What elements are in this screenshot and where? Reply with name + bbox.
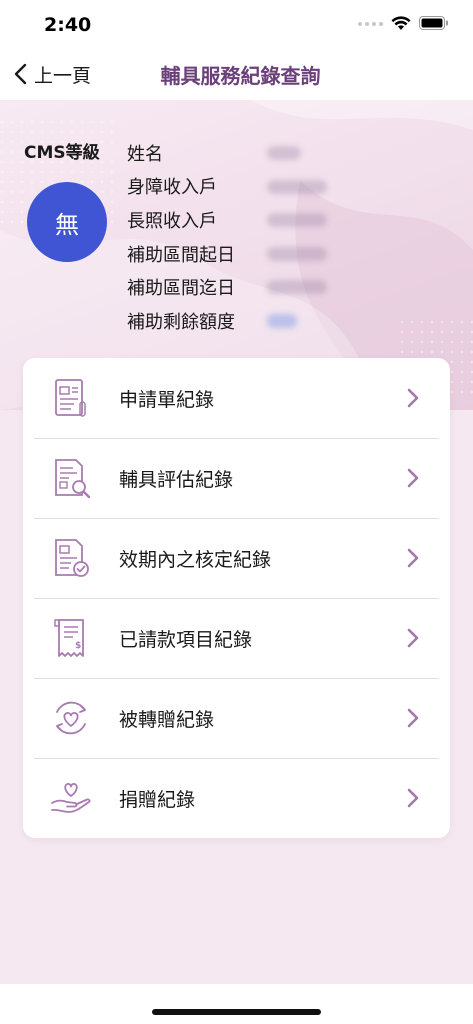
menu-item-evaluation-records[interactable]: 輔具評估紀錄 — [23, 438, 450, 518]
redacted-value — [267, 213, 327, 228]
svg-text:$: $ — [75, 641, 81, 651]
menu-label: 已請款項目紀錄 — [119, 628, 253, 651]
chevron-right-icon — [407, 628, 419, 648]
field-label: 補助區間迄日 — [127, 278, 235, 300]
application-form-icon — [55, 379, 86, 417]
field-label: 補助剩餘額度 — [127, 311, 235, 333]
battery-icon — [419, 16, 448, 30]
wifi-icon — [391, 16, 411, 30]
menu-label: 效期內之核定紀錄 — [119, 548, 272, 571]
menu-label: 被轉贈紀錄 — [119, 708, 215, 731]
field-ltc-income: 長照收入戶 — [127, 203, 327, 237]
redacted-value — [267, 146, 301, 160]
field-disability-income: 身障收入戶 — [127, 170, 327, 204]
profile-fields: 姓名 身障收入戶 長照收入戶 補助區間起日 補助區間迄日 補助剩餘額度 — [127, 136, 327, 338]
menu-label: 申請單紀錄 — [119, 388, 215, 411]
field-label: 身障收入戶 — [127, 177, 217, 199]
screen: 2:40 上一頁 輔具服務紀錄查詢 CMS等級 無 姓名 身障收入戶 長照收入戶… — [0, 0, 473, 1024]
field-subsidy-start: 補助區間起日 — [127, 237, 327, 271]
donation-hand-icon — [51, 783, 91, 813]
evaluation-search-icon — [55, 459, 91, 499]
chevron-right-icon — [407, 788, 419, 808]
field-label: 長照收入戶 — [127, 210, 217, 232]
heart-transfer-icon — [56, 701, 86, 735]
redacted-value — [267, 280, 327, 295]
field-subsidy-remaining: 補助剩餘額度 — [127, 304, 297, 338]
signal-icon — [358, 21, 383, 26]
field-name: 姓名 — [127, 136, 301, 170]
menu-item-approved-records[interactable]: 效期內之核定紀錄 — [23, 518, 450, 598]
cms-level-badge: 無 — [27, 182, 107, 262]
redacted-value — [267, 313, 297, 328]
chevron-right-icon — [407, 708, 419, 728]
approved-record-icon — [55, 539, 89, 577]
page-title: 輔具服務紀錄查詢 — [160, 64, 321, 88]
redacted-value — [267, 179, 327, 194]
cms-level-label: CMS等級 — [24, 143, 100, 163]
field-label: 姓名 — [127, 143, 163, 165]
field-subsidy-end: 補助區間迄日 — [127, 270, 327, 304]
status-icons — [358, 16, 449, 31]
cms-level-value: 無 — [55, 210, 79, 239]
chevron-right-icon — [407, 548, 419, 568]
home-indicator[interactable] — [152, 1009, 321, 1015]
menu-item-claimed-records[interactable]: $ 已請款項目紀錄 — [23, 598, 450, 678]
menu-item-application-records[interactable]: 申請單紀錄 — [23, 358, 450, 438]
chevron-right-icon — [407, 388, 419, 408]
status-time: 2:40 — [44, 14, 92, 36]
redacted-value — [267, 246, 327, 261]
menu-label: 輔具評估紀錄 — [119, 468, 234, 491]
records-menu: 申請單紀錄 輔具評估紀錄 效期內之核定紀錄 $ 已請款項目紀錄 被轉贈紀錄 捐贈… — [23, 358, 450, 838]
bottom-safe-area — [0, 984, 473, 1024]
receipt-icon: $ — [54, 619, 84, 657]
chevron-right-icon — [407, 468, 419, 488]
navigation-bar: 上一頁 輔具服務紀錄查詢 — [0, 48, 473, 100]
menu-label: 捐贈紀錄 — [119, 788, 196, 811]
menu-item-donation-records[interactable]: 捐贈紀錄 — [23, 758, 450, 838]
menu-item-transferred-records[interactable]: 被轉贈紀錄 — [23, 678, 450, 758]
status-bar: 2:40 — [0, 0, 473, 48]
field-label: 補助區間起日 — [127, 244, 235, 266]
